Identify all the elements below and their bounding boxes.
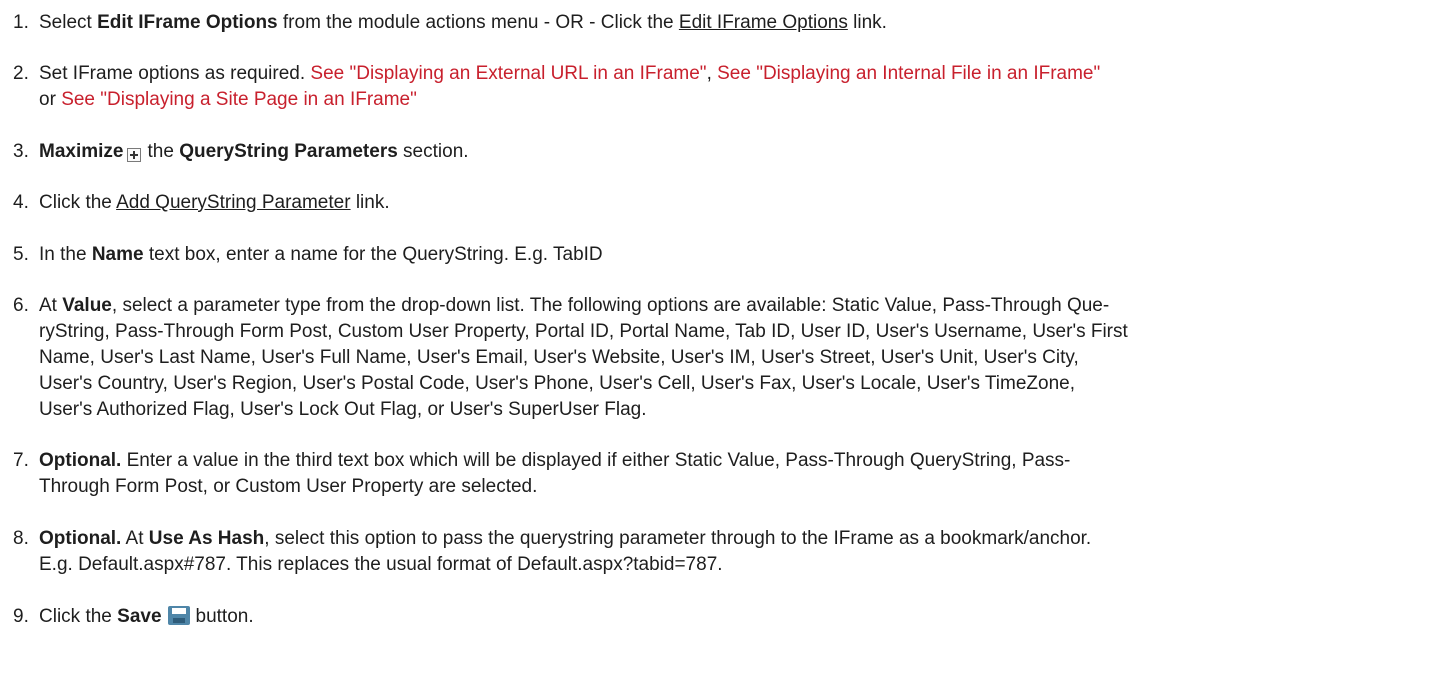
- text: link.: [847, 12, 887, 33]
- internal-file-reference-link[interactable]: See "Displaying an Internal File in an I…: [717, 63, 1100, 84]
- maximize-plus-icon: [127, 148, 142, 162]
- step-text: Optional. At Use As Hash, select this op…: [39, 526, 1422, 578]
- step-text: Maximize the QueryString Parameters secti…: [39, 139, 1422, 165]
- text: , select a parameter type from the drop-…: [111, 295, 1110, 316]
- step-text: Click the Save button.: [39, 604, 1422, 630]
- text-line: Name, User's Last Name, User's Full Name…: [39, 347, 1079, 368]
- field-name: Name: [91, 244, 144, 265]
- section-name: QueryString Parameters: [179, 141, 398, 162]
- field-name: Value: [62, 295, 112, 316]
- text: section.: [397, 141, 469, 162]
- step-number: 1.: [13, 12, 29, 33]
- edit-iframe-options-link[interactable]: Edit IFrame Options: [679, 12, 848, 33]
- text: link.: [350, 192, 390, 213]
- step-number: 8.: [13, 528, 29, 549]
- step-text: In the Name text box, enter a name for t…: [39, 242, 1422, 268]
- step-number: 2.: [13, 63, 29, 84]
- text-line: E.g. Default.aspx#787. This replaces the…: [39, 554, 723, 575]
- text: the: [147, 141, 180, 162]
- action-name: Maximize: [39, 141, 124, 162]
- text: , select this option to pass the queryst…: [264, 528, 1092, 549]
- step-text: Set IFrame options as required. See "Dis…: [39, 61, 1422, 113]
- text: At: [121, 528, 149, 549]
- text: or: [39, 89, 62, 110]
- save-floppy-icon: [167, 606, 190, 625]
- text: text box, enter a name for the QueryStri…: [143, 244, 603, 265]
- external-url-reference-link[interactable]: See "Displaying an External URL in an IF…: [310, 63, 706, 84]
- menu-item-name: Edit IFrame Options: [97, 12, 278, 33]
- text: At: [39, 295, 63, 316]
- text: In the: [39, 244, 92, 265]
- text: ,: [706, 63, 718, 84]
- step-number: 6.: [13, 295, 29, 316]
- step-number: 9.: [13, 606, 29, 627]
- step-number: 4.: [13, 192, 29, 213]
- step-number: 7.: [13, 450, 29, 471]
- text: Set IFrame options as required.: [39, 63, 311, 84]
- step-number: 5.: [13, 244, 29, 265]
- button-name: Save: [117, 606, 162, 627]
- text: Click the: [39, 192, 117, 213]
- text: button.: [195, 606, 254, 627]
- step-text: Optional. Enter a value in the third tex…: [39, 448, 1422, 500]
- text-line: Through Form Post, or Custom User Proper…: [39, 476, 538, 497]
- text-line: User's Authorized Flag, User's Lock Out …: [39, 399, 647, 420]
- optional-label: Optional.: [39, 450, 122, 471]
- text: Select: [39, 12, 98, 33]
- field-name: Use As Hash: [148, 528, 265, 549]
- text-line: ryString, Pass-Through Form Post, Custom…: [39, 321, 1128, 342]
- step-number: 3.: [13, 141, 29, 162]
- text: from the module actions menu - OR - Clic…: [277, 12, 679, 33]
- step-text: At Value, select a parameter type from t…: [39, 293, 1422, 423]
- optional-label: Optional.: [39, 528, 122, 549]
- step-text: Click the Add QueryString Parameter link…: [39, 190, 1422, 216]
- add-querystring-parameter-link[interactable]: Add QueryString Parameter: [116, 192, 350, 213]
- site-page-reference-link[interactable]: See "Displaying a Site Page in an IFrame…: [61, 89, 417, 110]
- text: Enter a value in the third text box whic…: [121, 450, 1071, 471]
- text: Click the: [39, 606, 118, 627]
- text-line: User's Country, User's Region, User's Po…: [39, 373, 1076, 394]
- step-text: Select Edit IFrame Options from the modu…: [39, 10, 1422, 36]
